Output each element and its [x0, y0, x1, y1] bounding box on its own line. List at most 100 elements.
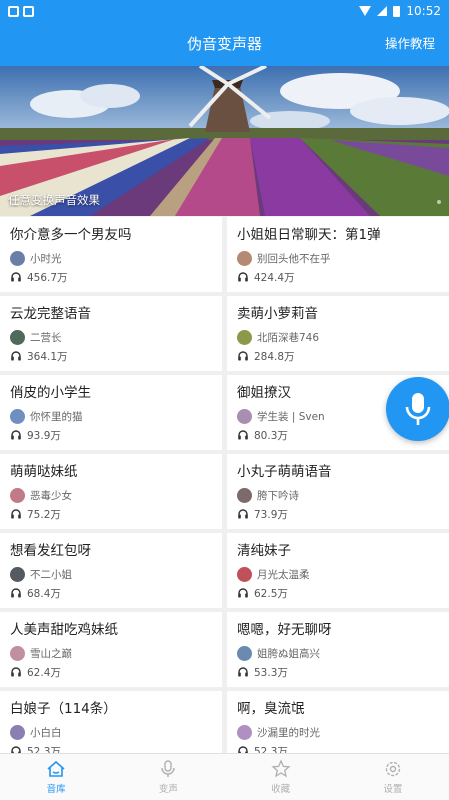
record-voice-button[interactable]	[386, 377, 449, 441]
voice-pack-title: 萌萌哒妹纸	[10, 464, 78, 480]
carousel-dot	[437, 200, 441, 204]
play-count: 364.1万	[27, 350, 68, 363]
voice-pack-author: 不二小姐	[10, 566, 212, 582]
status-icons-left	[8, 5, 34, 17]
avatar	[10, 645, 25, 661]
tab-sound-library[interactable]: 音库	[0, 754, 112, 800]
tab-label: 收藏	[271, 784, 291, 795]
play-count-row: 62.5万	[237, 586, 439, 600]
voice-pack-author: 沙漏里的时光	[237, 724, 439, 740]
author-name: 不二小姐	[30, 568, 72, 581]
play-count-row: 93.9万	[10, 428, 212, 442]
play-count: 456.7万	[27, 271, 68, 284]
voice-pack-title: 云龙完整语音	[10, 306, 91, 322]
voice-pack-author: 姐胯ぬ姐高兴	[237, 645, 439, 661]
avatar	[10, 487, 25, 503]
avatar	[237, 645, 252, 661]
voice-pack-card[interactable]: 小姐姐日常聊天：第1弹 别回头他不在乎 424.4万	[227, 217, 449, 292]
wifi-icon	[359, 6, 372, 16]
page-title: 伪音变声器	[186, 35, 262, 53]
signal-icon	[377, 6, 388, 16]
play-count-row: 75.2万	[10, 507, 212, 521]
voice-pack-card[interactable]: 俏皮的小学生 你怀里的猫 93.9万	[0, 375, 222, 450]
play-count-row: 52.3万	[237, 744, 439, 753]
play-count: 93.9万	[27, 429, 61, 442]
tab-favorites[interactable]: 收藏	[225, 754, 337, 800]
play-count: 424.4万	[254, 271, 295, 284]
headphones-icon	[238, 272, 248, 282]
author-name: 二营长	[30, 331, 62, 344]
voice-pack-author: 二营长	[10, 329, 212, 345]
voice-pack-author: 北陌深巷746	[237, 329, 439, 345]
voice-pack-card[interactable]: 嗯嗯，好无聊呀 姐胯ぬ姐高兴 53.3万	[227, 612, 449, 687]
author-name: 姐胯ぬ姐高兴	[257, 647, 320, 660]
avatar	[10, 408, 25, 424]
tab-voice-change[interactable]: 变声	[112, 754, 224, 800]
banner-caption: 任意变换声音效果	[8, 193, 100, 207]
voice-pack-title: 嗯嗯，好无聊呀	[237, 622, 332, 638]
voice-pack-card[interactable]: 人美声甜吃鸡妹纸 雪山之巅 62.4万	[0, 612, 222, 687]
author-name: 小时光	[30, 252, 62, 265]
tutorial-button[interactable]: 操作教程	[385, 22, 435, 66]
banner-carousel[interactable]: 任意变换声音效果	[0, 66, 449, 216]
play-count-row: 53.3万	[237, 665, 439, 679]
author-name: 学生装 | Sven	[257, 410, 325, 423]
gear-icon	[385, 761, 401, 777]
voice-pack-title: 白娘子（114条）	[10, 701, 117, 717]
voice-pack-author: 胯下吟诗	[237, 487, 439, 503]
play-count: 75.2万	[27, 508, 61, 521]
tab-label: 设置	[383, 784, 403, 795]
headphones-icon	[11, 746, 21, 753]
star-icon	[271, 759, 291, 778]
home-icon	[47, 760, 65, 777]
voice-pack-card[interactable]: 小丸子萌萌语音 胯下吟诗 73.9万	[227, 454, 449, 529]
voice-pack-card[interactable]: 想看发红包呀 不二小姐 68.4万	[0, 533, 222, 608]
voice-pack-card[interactable]: 萌萌哒妹纸 恶毒少女 75.2万	[0, 454, 222, 529]
voice-pack-card[interactable]: 白娘子（114条） 小白白 52.3万	[0, 691, 222, 753]
voice-pack-card[interactable]: 你介意多一个男友吗 小时光 456.7万	[0, 217, 222, 292]
voice-pack-card[interactable]: 啊，臭流氓 沙漏里的时光 52.3万	[227, 691, 449, 753]
voice-pack-title: 小丸子萌萌语音	[237, 464, 332, 480]
bottom-navigation: 音库 变声 收藏 设置	[0, 753, 449, 800]
headphones-icon	[11, 667, 21, 677]
voice-pack-title: 小姐姐日常聊天：第1弹	[237, 227, 381, 243]
headphones-icon	[11, 430, 21, 440]
tab-settings[interactable]: 设置	[337, 754, 449, 800]
author-name: 别回头他不在乎	[257, 252, 331, 265]
voice-pack-author: 恶毒少女	[10, 487, 212, 503]
play-count-row: 52.3万	[10, 744, 212, 753]
avatar	[237, 329, 252, 345]
status-time: 10:52	[406, 4, 441, 18]
headphones-icon	[11, 272, 21, 282]
play-count-row: 456.7万	[10, 270, 212, 284]
author-name: 沙漏里的时光	[257, 726, 320, 739]
headphones-icon	[238, 351, 248, 361]
author-name: 雪山之巅	[30, 647, 72, 660]
status-bar: 10:52	[0, 0, 449, 22]
author-name: 恶毒少女	[30, 489, 72, 502]
author-name: 北陌深巷746	[257, 331, 320, 344]
avatar	[237, 724, 252, 740]
voice-pack-title: 你介意多一个男友吗	[10, 227, 132, 243]
play-count: 52.3万	[27, 745, 61, 754]
play-count-row: 62.4万	[10, 665, 212, 679]
author-name: 你怀里的猫	[30, 410, 83, 423]
play-count: 73.9万	[254, 508, 288, 521]
avatar	[10, 329, 25, 345]
voice-pack-card[interactable]: 云龙完整语音 二营长 364.1万	[0, 296, 222, 371]
voice-pack-title: 卖萌小萝莉音	[237, 306, 318, 322]
voice-pack-author: 别回头他不在乎	[237, 250, 439, 266]
headphones-icon	[238, 588, 248, 598]
play-count-row: 424.4万	[237, 270, 439, 284]
headphones-icon	[11, 351, 21, 361]
voice-pack-card[interactable]: 清纯妹子 月光太温柔 62.5万	[227, 533, 449, 608]
voice-pack-author: 小白白	[10, 724, 212, 740]
author-name: 胯下吟诗	[257, 489, 299, 502]
voice-pack-grid: 你介意多一个男友吗 小时光 456.7万 小姐姐日常聊天：第1弹 别回头他不在乎	[0, 217, 449, 753]
voice-pack-title: 想看发红包呀	[10, 543, 91, 559]
play-count-row: 364.1万	[10, 349, 212, 363]
avatar	[237, 566, 252, 582]
carousel-indicator	[437, 200, 441, 204]
play-count: 284.8万	[254, 350, 295, 363]
voice-pack-card[interactable]: 卖萌小萝莉音 北陌深巷746 284.8万	[227, 296, 449, 371]
